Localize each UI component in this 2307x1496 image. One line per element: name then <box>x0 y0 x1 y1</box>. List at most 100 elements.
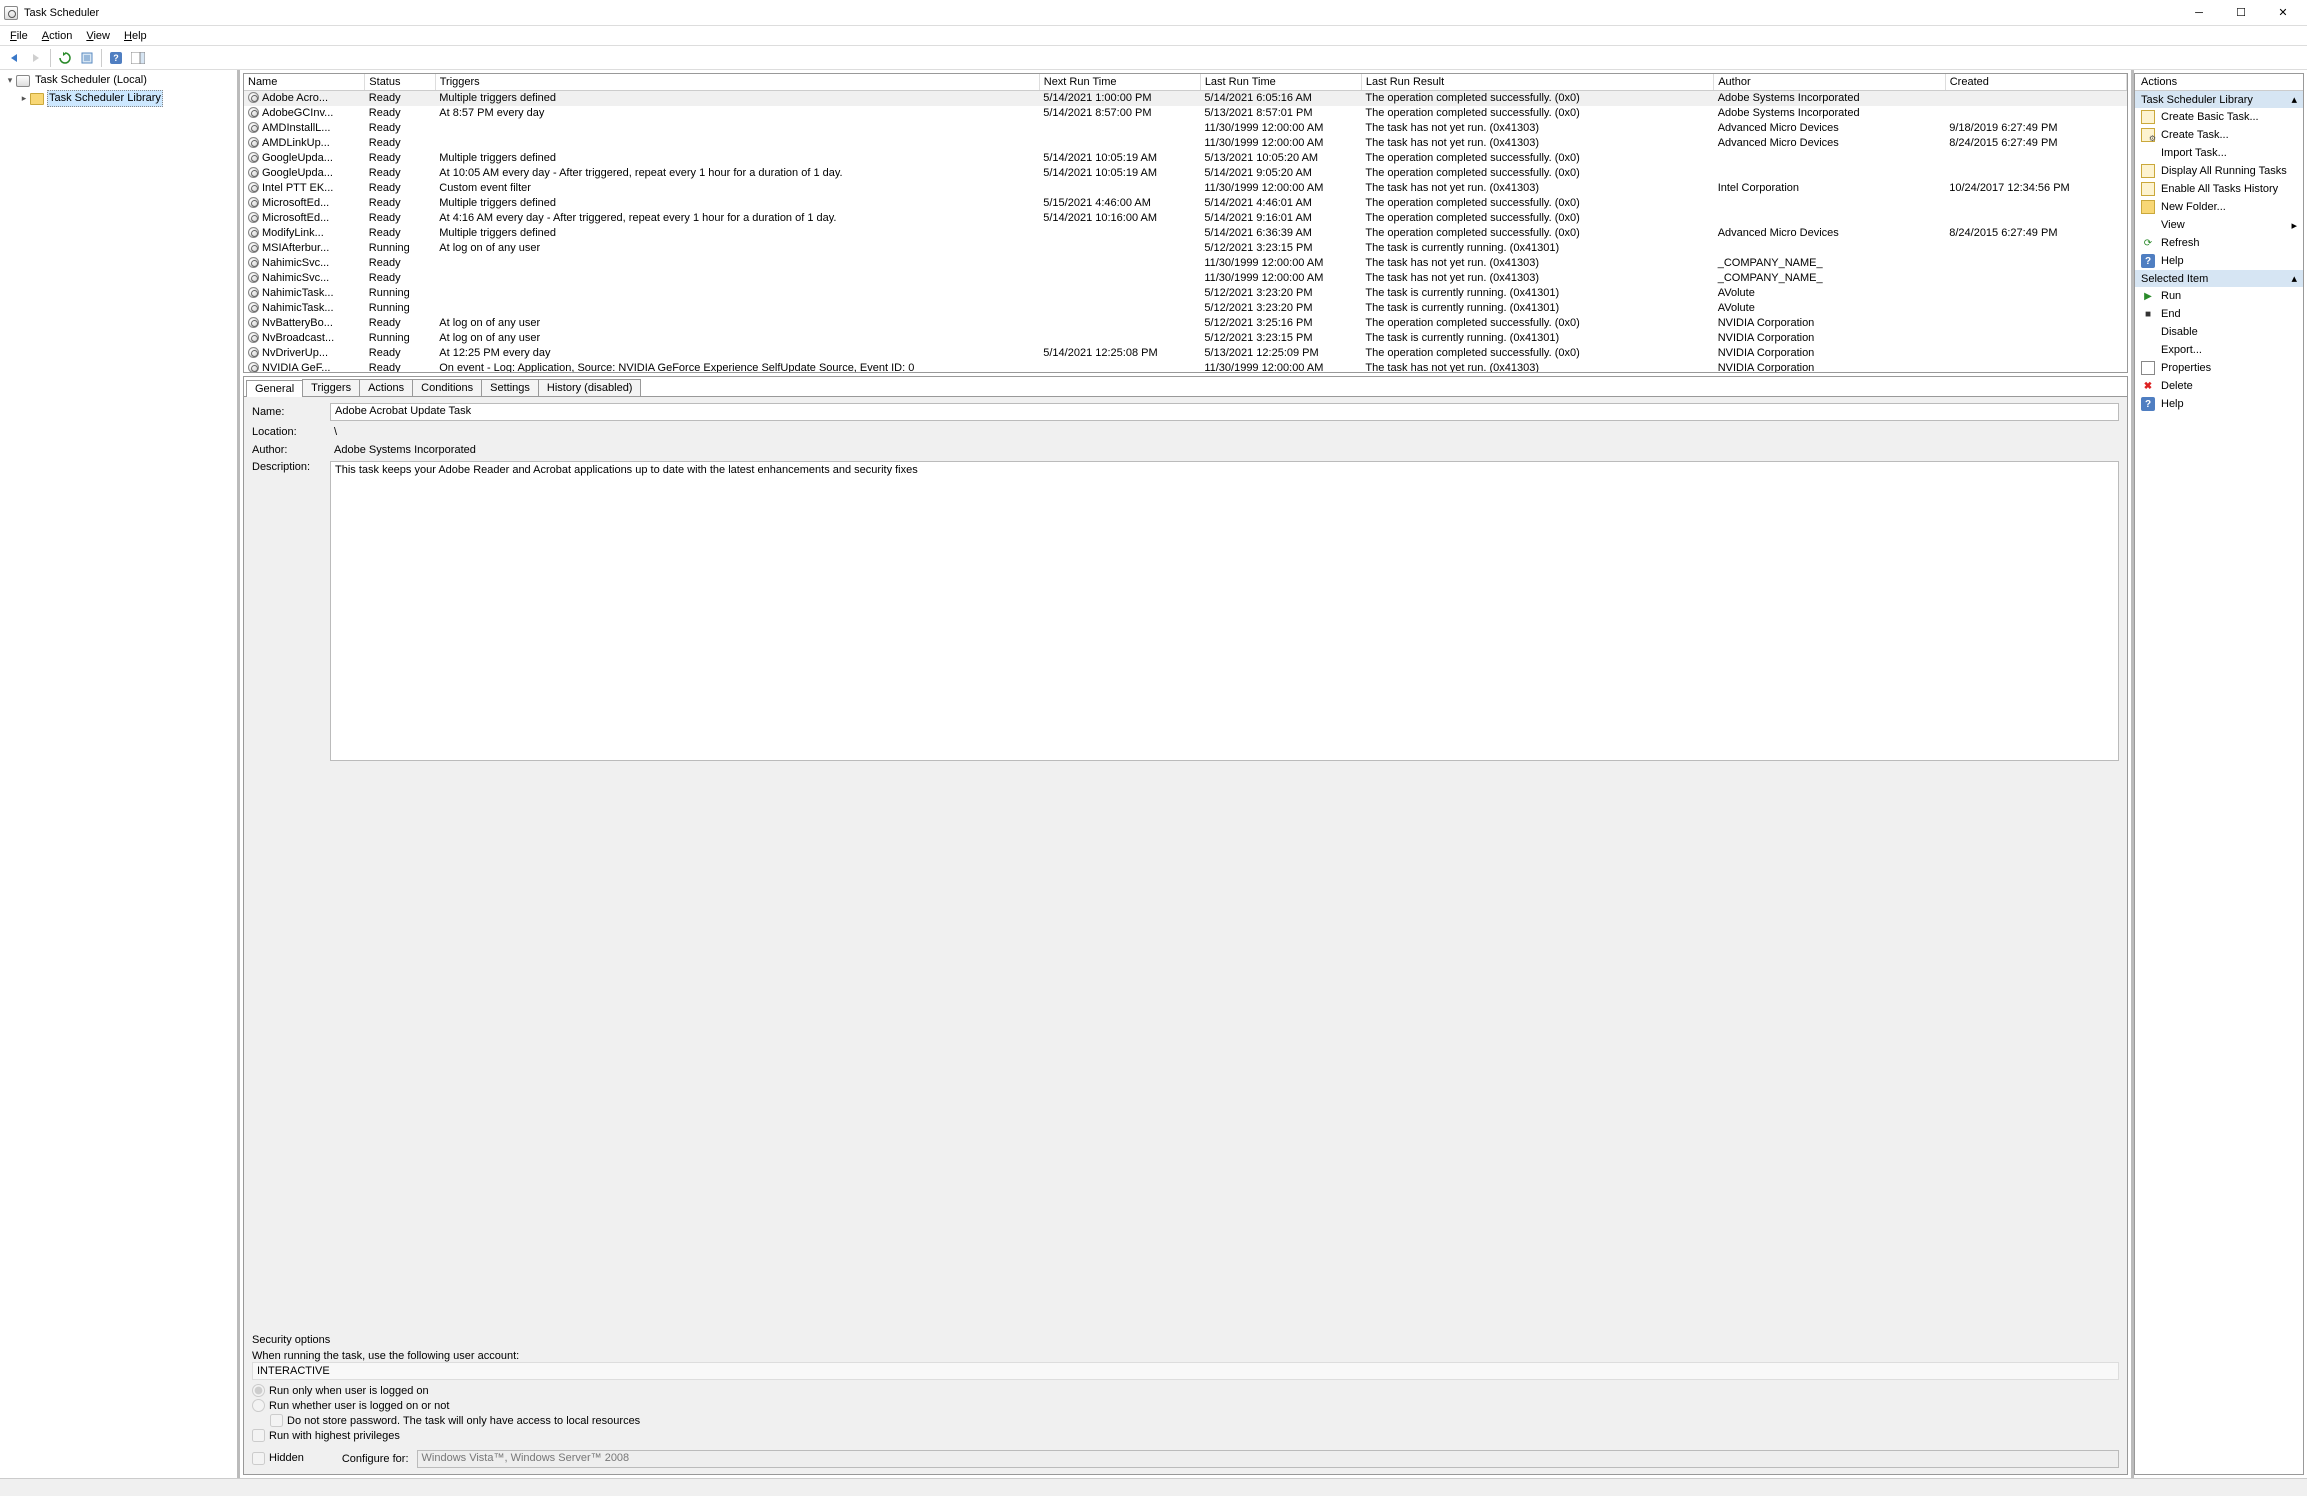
col-last[interactable]: Last Run Time <box>1200 74 1361 90</box>
table-row[interactable]: NvBatteryBo...ReadyAt log on of any user… <box>244 316 2127 331</box>
action-run[interactable]: ▶Run <box>2135 287 2303 305</box>
table-row[interactable]: GoogleUpda...ReadyMultiple triggers defi… <box>244 151 2127 166</box>
col-next[interactable]: Next Run Time <box>1039 74 1200 90</box>
action-help[interactable]: ?Help <box>2135 395 2303 413</box>
table-row[interactable]: Adobe Acro...ReadyMultiple triggers defi… <box>244 90 2127 106</box>
actions-group-selected: Selected Item▴ <box>2135 270 2303 287</box>
table-row[interactable]: NVIDIA GeF...ReadyOn event - Log: Applic… <box>244 361 2127 374</box>
table-row[interactable]: NahimicTask...Running5/12/2021 3:23:20 P… <box>244 301 2127 316</box>
description-value[interactable]: This task keeps your Adobe Reader and Ac… <box>330 461 2119 761</box>
task-icon <box>248 92 259 103</box>
expander-icon[interactable]: ▾ <box>4 73 16 88</box>
tab-triggers[interactable]: Triggers <box>302 379 360 396</box>
action-view[interactable]: View▸ <box>2135 216 2303 234</box>
task-list[interactable]: Name Status Triggers Next Run Time Last … <box>243 73 2128 373</box>
table-row[interactable]: MicrosoftEd...ReadyAt 4:16 AM every day … <box>244 211 2127 226</box>
col-triggers[interactable]: Triggers <box>435 74 1039 90</box>
configure-for-select[interactable]: Windows Vista™, Windows Server™ 2008 <box>417 1450 2119 1468</box>
table-row[interactable]: AdobeGCInv...ReadyAt 8:57 PM every day5/… <box>244 106 2127 121</box>
task-icon <box>248 182 259 193</box>
toolbar: ? <box>0 46 2307 70</box>
action-create-task[interactable]: Create Task... <box>2135 126 2303 144</box>
detail-tabs: General Triggers Actions Conditions Sett… <box>244 377 2127 397</box>
menu-file[interactable]: File <box>4 28 34 44</box>
tab-actions[interactable]: Actions <box>359 379 413 396</box>
action-new-folder[interactable]: New Folder... <box>2135 198 2303 216</box>
collapse-icon[interactable]: ▴ <box>2291 272 2297 285</box>
folder-icon <box>30 93 44 105</box>
table-row[interactable]: AMDInstallL...Ready11/30/1999 12:00:00 A… <box>244 121 2127 136</box>
document-icon <box>2141 164 2155 178</box>
action-create-basic-task[interactable]: Create Basic Task... <box>2135 108 2303 126</box>
show-hide-action-pane-button[interactable] <box>128 48 148 68</box>
statusbar <box>0 1478 2307 1496</box>
col-author[interactable]: Author <box>1714 74 1946 90</box>
task-icon <box>248 317 259 328</box>
maximize-button[interactable]: ☐ <box>2221 1 2261 25</box>
document-icon <box>2141 182 2155 196</box>
col-status[interactable]: Status <box>365 74 435 90</box>
table-row[interactable]: MSIAfterbur...RunningAt log on of any us… <box>244 241 2127 256</box>
refresh-icon: ⟳ <box>2141 236 2155 250</box>
tab-conditions[interactable]: Conditions <box>412 379 482 396</box>
back-button[interactable] <box>4 48 24 68</box>
collapse-icon[interactable]: ▴ <box>2291 93 2297 106</box>
task-icon <box>248 257 259 268</box>
help-icon: ? <box>2141 254 2155 268</box>
properties-toolbar-button[interactable] <box>77 48 97 68</box>
task-icon <box>248 287 259 298</box>
minimize-button[interactable]: ─ <box>2179 1 2219 25</box>
menu-view[interactable]: View <box>80 28 116 44</box>
table-row[interactable]: NahimicTask...Running5/12/2021 3:23:20 P… <box>244 286 2127 301</box>
table-row[interactable]: NahimicSvc...Ready11/30/1999 12:00:00 AM… <box>244 271 2127 286</box>
table-row[interactable]: Intel PTT EK...ReadyCustom event filter1… <box>244 181 2127 196</box>
task-icon <box>248 242 259 253</box>
tree-root-label: Task Scheduler (Local) <box>33 73 149 88</box>
name-value[interactable]: Adobe Acrobat Update Task <box>330 403 2119 421</box>
table-row[interactable]: MicrosoftEd...ReadyMultiple triggers def… <box>244 196 2127 211</box>
menu-action[interactable]: Action <box>36 28 79 44</box>
column-headers[interactable]: Name Status Triggers Next Run Time Last … <box>244 74 2127 90</box>
col-name[interactable]: Name <box>244 74 365 90</box>
table-row[interactable]: NvDriverUp...ReadyAt 12:25 PM every day5… <box>244 346 2127 361</box>
close-button[interactable]: ✕ <box>2263 1 2303 25</box>
task-icon <box>248 167 259 178</box>
action-refresh[interactable]: ⟳Refresh <box>2135 234 2303 252</box>
help-toolbar-button[interactable]: ? <box>106 48 126 68</box>
tab-settings[interactable]: Settings <box>481 379 539 396</box>
tab-history[interactable]: History (disabled) <box>538 379 642 396</box>
action-properties[interactable]: Properties <box>2135 359 2303 377</box>
menubar: File Action View Help <box>0 26 2307 46</box>
tree-root[interactable]: ▾ Task Scheduler (Local) <box>2 72 235 89</box>
help-icon: ? <box>2141 397 2155 411</box>
menu-help[interactable]: Help <box>118 28 153 44</box>
action-export[interactable]: Export... <box>2135 341 2303 359</box>
action-help[interactable]: ?Help <box>2135 252 2303 270</box>
table-row[interactable]: GoogleUpda...ReadyAt 10:05 AM every day … <box>244 166 2127 181</box>
tab-general[interactable]: General <box>246 380 303 397</box>
forward-button[interactable] <box>26 48 46 68</box>
action-enable-all-tasks-history[interactable]: Enable All Tasks History <box>2135 180 2303 198</box>
actions-pane-title: Actions <box>2135 74 2303 91</box>
action-import-task[interactable]: Import Task... <box>2135 144 2303 162</box>
table-row[interactable]: NahimicSvc...Ready11/30/1999 12:00:00 AM… <box>244 256 2127 271</box>
action-delete[interactable]: ✖Delete <box>2135 377 2303 395</box>
col-created[interactable]: Created <box>1945 74 2126 90</box>
task-icon <box>248 347 259 358</box>
expander-icon[interactable]: ▸ <box>18 91 30 106</box>
action-end[interactable]: ■End <box>2135 305 2303 323</box>
action-display-all-running-tasks[interactable]: Display All Running Tasks <box>2135 162 2303 180</box>
security-account-label: When running the task, use the following… <box>252 1350 2119 1362</box>
properties-icon <box>2141 361 2155 375</box>
col-result[interactable]: Last Run Result <box>1361 74 1713 90</box>
titlebar: Task Scheduler ─ ☐ ✕ <box>0 0 2307 26</box>
scheduler-icon <box>16 75 30 87</box>
end-icon: ■ <box>2141 307 2155 321</box>
refresh-toolbar-button[interactable] <box>55 48 75 68</box>
tree-library[interactable]: ▸ Task Scheduler Library <box>2 89 235 108</box>
action-disable[interactable]: Disable <box>2135 323 2303 341</box>
check-hidden <box>252 1452 265 1465</box>
table-row[interactable]: AMDLinkUp...Ready11/30/1999 12:00:00 AMT… <box>244 136 2127 151</box>
table-row[interactable]: NvBroadcast...RunningAt log on of any us… <box>244 331 2127 346</box>
table-row[interactable]: ModifyLink...ReadyMultiple triggers defi… <box>244 226 2127 241</box>
